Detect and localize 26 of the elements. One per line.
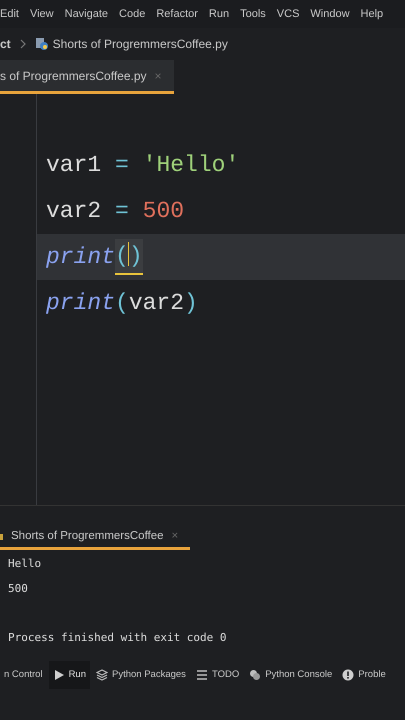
console-output: Hello [8, 556, 42, 572]
play-icon [52, 669, 65, 681]
run-tab[interactable]: Shorts of ProgremmersCoffee × [0, 526, 190, 550]
breadcrumb-item[interactable]: Shorts of ProgremmersCoffee.py [52, 35, 228, 53]
menu-item[interactable]: Run [208, 6, 230, 22]
menu-item[interactable]: Refactor [156, 6, 198, 22]
menu-item[interactable]: Tools [240, 6, 266, 22]
layers-icon [96, 669, 108, 681]
menu-item[interactable]: Code [119, 6, 146, 22]
breadcrumb-item[interactable]: ct [0, 35, 11, 53]
console-output: Process finished with exit code 0 [8, 630, 228, 646]
python-icon [249, 669, 262, 681]
chevron-icon [18, 39, 27, 49]
editor-tab[interactable]: s of ProgremmersCoffee.py × [0, 60, 174, 94]
menu-item[interactable]: View [30, 6, 54, 22]
menu-item[interactable]: Help [360, 6, 384, 22]
python-file-icon [34, 37, 49, 51]
console-output: 500 [8, 580, 29, 596]
run-status-icon [0, 534, 3, 540]
menu-item[interactable]: Window [310, 6, 350, 22]
menu-item[interactable]: VCS [276, 6, 300, 22]
tool-window-button[interactable]: Run [48, 661, 90, 689]
alert-icon [342, 669, 354, 681]
menu-item[interactable]: Navigate [64, 6, 108, 22]
menu-item[interactable]: Edit [0, 6, 19, 22]
list-icon [196, 669, 208, 681]
